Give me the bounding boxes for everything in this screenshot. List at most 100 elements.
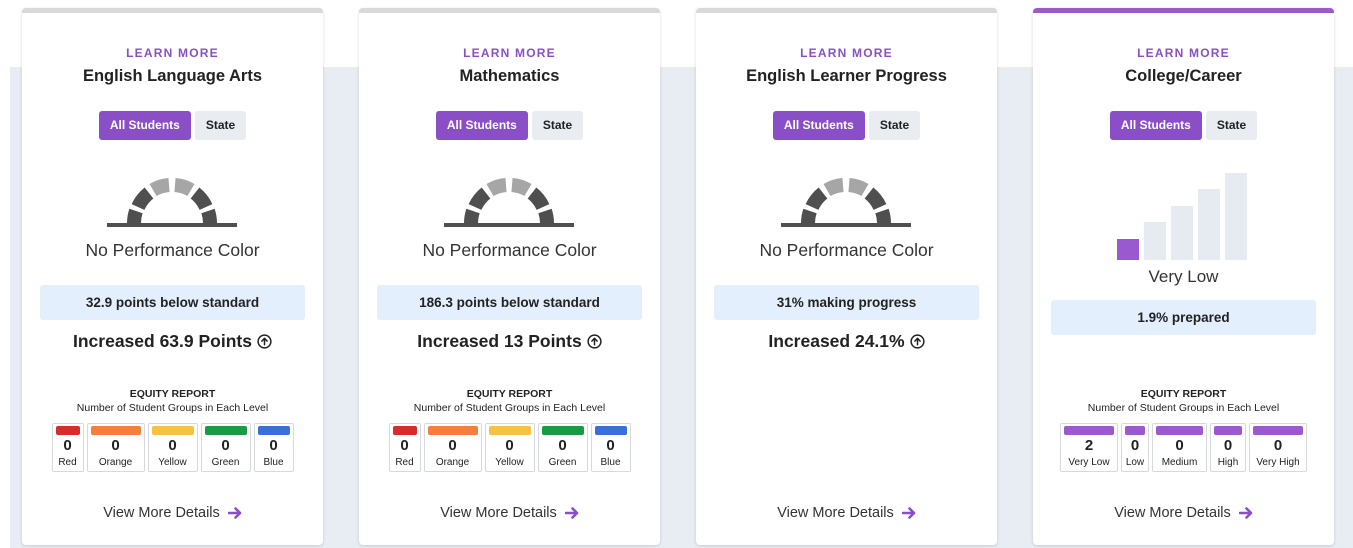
equity-level-blue: 0 Blue	[253, 423, 294, 472]
equity-level-orange: 0 Orange	[423, 423, 482, 472]
learn-more-link[interactable]: LEARN MORE	[22, 46, 323, 60]
level-label: Medium	[1161, 457, 1198, 468]
level-color-bar	[1156, 426, 1203, 435]
view-more-details-link[interactable]: View More Details	[1033, 505, 1334, 521]
equity-level-yellow: 0 Yellow	[484, 423, 535, 472]
card-title: Mathematics	[459, 67, 560, 85]
state-button[interactable]: State	[868, 111, 921, 140]
level-color-bar	[392, 426, 417, 435]
card-college-career: LEARN MORE College/Career All Students S…	[1033, 8, 1334, 545]
level-label: Yellow	[495, 457, 524, 468]
learn-more-link[interactable]: LEARN MORE	[359, 46, 660, 60]
level-bar-5	[1225, 173, 1247, 260]
level-color-bar	[427, 426, 478, 435]
level-color-bar	[541, 426, 584, 435]
details-label: View More Details	[1114, 505, 1231, 521]
performance-gauge-icon	[107, 178, 237, 227]
details-label: View More Details	[103, 505, 220, 521]
level-bar-4	[1198, 189, 1220, 260]
level-color-bar	[488, 426, 531, 435]
student-group-toggle: All Students State	[696, 111, 997, 140]
all-students-button[interactable]: All Students	[772, 111, 865, 140]
card-english-language-arts: LEARN MORE English Language Arts All Stu…	[22, 8, 323, 545]
equity-level-low: 0 Low	[1121, 423, 1149, 472]
equity-level-red: 0 Red	[388, 423, 421, 472]
equity-levels: 0 Red 0 Orange 0 Yellow 0 Green 0 Blue	[22, 423, 323, 472]
equity-levels: 2 Very Low 0 Low 0 Medium 0 High 0 Very …	[1033, 423, 1334, 472]
change-summary: Increased 63.9 Points	[22, 331, 323, 352]
card-mathematics: LEARN MORE Mathematics All Students Stat…	[359, 8, 660, 545]
change-summary: Increased 24.1%	[696, 331, 997, 352]
level-count: 0	[558, 437, 567, 454]
equity-level-high: 0 High	[1210, 423, 1246, 472]
state-button[interactable]: State	[531, 111, 584, 140]
change-summary: Increased 13 Points	[359, 331, 660, 352]
all-students-button[interactable]: All Students	[435, 111, 528, 140]
level-label: Low	[1125, 457, 1145, 468]
level-count: 0	[221, 437, 230, 454]
level-count: 0	[505, 437, 514, 454]
state-button[interactable]: State	[194, 111, 247, 140]
equity-report-subtitle: Number of Student Groups in Each Level	[1087, 402, 1280, 414]
arrow-up-circle-icon	[587, 334, 602, 349]
status-summary: 1.9% prepared	[1051, 300, 1316, 335]
level-count: 0	[448, 437, 457, 454]
equity-level-yellow: 0 Yellow	[147, 423, 198, 472]
learn-more-link[interactable]: LEARN MORE	[1033, 46, 1334, 60]
level-count: 0	[606, 437, 615, 454]
all-students-button[interactable]: All Students	[98, 111, 191, 140]
level-count: 0	[1130, 437, 1140, 454]
change-text: Increased 63.9 Points	[73, 331, 252, 351]
all-students-button[interactable]: All Students	[1109, 111, 1202, 140]
student-group-toggle: All Students State	[1033, 111, 1334, 140]
change-text: Increased 13 Points	[417, 331, 582, 351]
performance-label: Very Low	[1148, 267, 1219, 286]
details-label: View More Details	[440, 505, 557, 521]
equity-level-orange: 0 Orange	[86, 423, 145, 472]
performance-label: No Performance Color	[85, 240, 260, 260]
performance-gauge-icon	[444, 178, 574, 227]
arrow-right-icon	[1238, 507, 1253, 519]
level-count: 0	[63, 437, 72, 454]
level-count: 0	[1175, 437, 1184, 454]
status-summary: 32.9 points below standard	[40, 285, 305, 320]
equity-report-subtitle: Number of Student Groups in Each Level	[413, 402, 606, 414]
level-bar-3	[1171, 206, 1193, 260]
level-label: Orange	[435, 457, 470, 468]
equity-level-blue: 0 Blue	[590, 423, 631, 472]
arrow-right-icon	[227, 507, 242, 519]
card-title: English Learner Progress	[746, 67, 947, 85]
level-color-bar	[1253, 426, 1303, 435]
equity-level-green: 0 Green	[537, 423, 588, 472]
state-button[interactable]: State	[1205, 111, 1258, 140]
view-more-details-link[interactable]: View More Details	[22, 505, 323, 521]
level-color-bar	[1214, 426, 1242, 435]
view-more-details-link[interactable]: View More Details	[696, 505, 997, 521]
learn-more-link[interactable]: LEARN MORE	[696, 46, 997, 60]
equity-level-very-high: 0 Very High	[1249, 423, 1307, 472]
level-label: High	[1217, 457, 1239, 468]
level-color-bar	[90, 426, 141, 435]
level-color-bar	[1064, 426, 1114, 435]
equity-level-red: 0 Red	[51, 423, 84, 472]
equity-level-green: 0 Green	[200, 423, 251, 472]
level-color-bar	[594, 426, 627, 435]
level-label: Red	[395, 457, 414, 468]
student-group-toggle: All Students State	[22, 111, 323, 140]
level-count: 0	[111, 437, 120, 454]
card-title: English Language Arts	[82, 67, 263, 85]
level-color-bar	[55, 426, 80, 435]
level-label: Yellow	[158, 457, 187, 468]
equity-report-subtitle: Number of Student Groups in Each Level	[76, 402, 269, 414]
level-label: Blue	[263, 457, 284, 468]
card-title: College/Career	[1125, 67, 1242, 85]
view-more-details-link[interactable]: View More Details	[359, 505, 660, 521]
level-bar-2	[1144, 222, 1166, 260]
status-summary: 186.3 points below standard	[377, 285, 642, 320]
performance-label: No Performance Color	[422, 240, 597, 260]
level-label: Red	[58, 457, 77, 468]
level-count: 0	[400, 437, 409, 454]
level-count: 2	[1084, 437, 1094, 454]
level-bar-1	[1117, 239, 1139, 260]
level-label: Green	[548, 457, 577, 468]
